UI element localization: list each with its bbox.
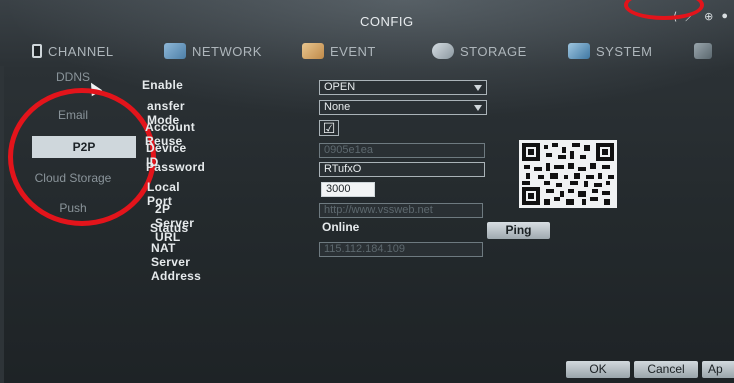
transfer-mode-select-value: None	[324, 101, 351, 113]
qr-code-image	[519, 140, 617, 208]
apply-button[interactable]: Ap	[702, 361, 734, 378]
ping-button[interactable]: Ping	[487, 222, 550, 239]
tab-label: EVENT	[330, 43, 376, 59]
tab-event[interactable]: EVENT	[302, 38, 376, 64]
tab-storage[interactable]: STORAGE	[432, 38, 527, 64]
left-frame	[0, 66, 4, 383]
chevron-down-icon	[474, 105, 482, 111]
status-value: Online	[322, 220, 360, 234]
system-icon	[568, 43, 590, 59]
tab-label: STORAGE	[460, 43, 527, 59]
window-title: CONFIG	[360, 14, 414, 29]
local-port-field[interactable]: 3000	[321, 182, 375, 197]
enable-select-value: OPEN	[324, 81, 356, 93]
camera-icon	[32, 44, 42, 58]
enable-label: Enable	[142, 78, 184, 92]
info-icon[interactable]: ●	[721, 10, 728, 22]
more-tabs-icon	[694, 43, 712, 59]
qr-code-pattern	[522, 143, 614, 205]
transfer-mode-select[interactable]: None	[319, 100, 487, 115]
p2p-server-url-field: http://www.vssweb.net	[319, 203, 483, 218]
event-icon	[302, 43, 324, 59]
tab-system[interactable]: SYSTEM	[568, 38, 652, 64]
tab-network[interactable]: NETWORK	[164, 38, 262, 64]
tab-channel[interactable]: CHANNEL	[32, 38, 114, 64]
device-id-field: 0905e1ea	[319, 143, 485, 158]
nat-server-address-field: 115.112.184.109	[319, 242, 483, 257]
network-icon	[164, 43, 186, 59]
cancel-button[interactable]: Cancel	[634, 361, 698, 378]
tab-more[interactable]	[694, 38, 718, 64]
tab-label: CHANNEL	[48, 43, 114, 59]
annotation-circle	[8, 88, 156, 226]
password-field[interactable]: RTufxO	[319, 162, 485, 177]
tab-label: SYSTEM	[596, 43, 653, 59]
ok-button[interactable]: OK	[566, 361, 630, 378]
nat-server-address-label: NAT Server Address	[151, 241, 202, 283]
enable-select[interactable]: OPEN	[319, 80, 487, 95]
tab-label: NETWORK	[192, 43, 262, 59]
account-reuse-checkbox[interactable]: ☑	[319, 120, 339, 136]
zoom-icon[interactable]: ⊕	[704, 10, 713, 23]
main-tabs: CHANNEL NETWORK EVENT STORAGE SYSTEM	[0, 38, 734, 64]
chevron-down-icon	[474, 85, 482, 91]
title-bar: CONFIG ⟨ ／ ⊕ ●	[0, 0, 734, 34]
sidebar-item-ddns[interactable]: DDNS	[10, 66, 136, 88]
dvr-config-screen: CONFIG ⟨ ／ ⊕ ● CHANNEL NETWORK EVENT STO…	[0, 0, 734, 383]
password-label: Password	[146, 160, 206, 174]
status-label: Status	[150, 221, 189, 235]
storage-icon	[432, 43, 454, 59]
